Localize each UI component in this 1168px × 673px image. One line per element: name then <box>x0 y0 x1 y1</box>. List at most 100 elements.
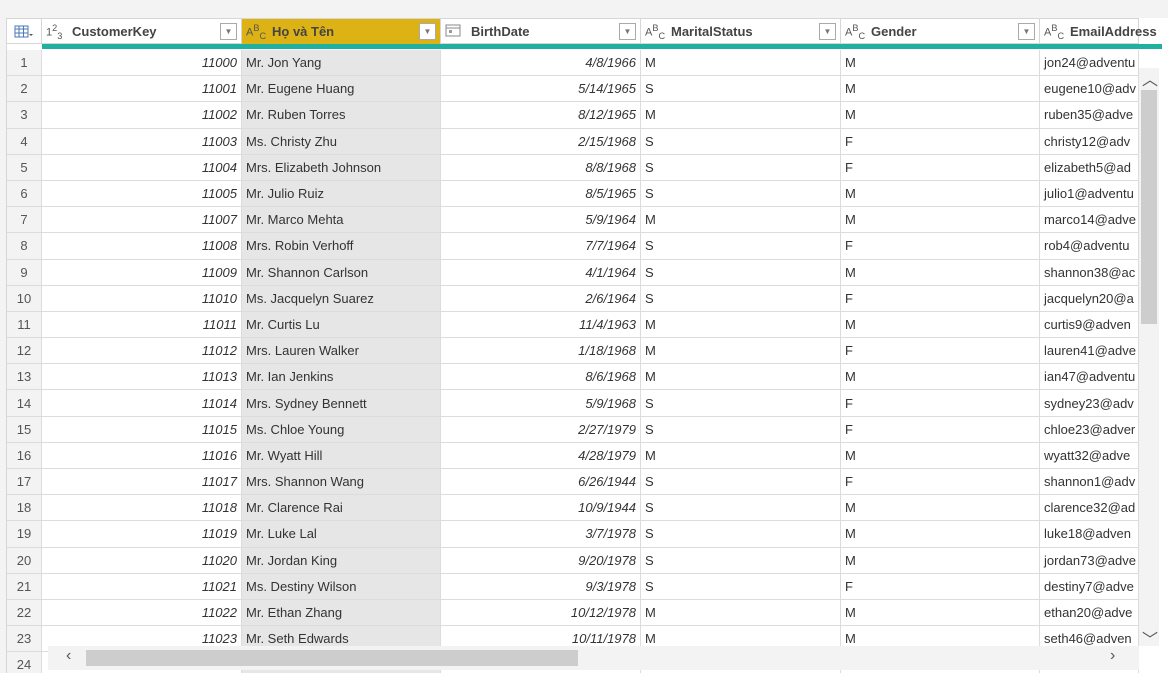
date-type-icon[interactable] <box>445 24 463 40</box>
birthdate-cell: 7/7/1964 <box>441 233 641 259</box>
table-row[interactable]: 11 11011 Mr. Curtis Lu 11/4/1963 M Mcurtis9@a… <box>7 311 1139 339</box>
gender-cell: M <box>841 76 1040 102</box>
table-row[interactable]: 2 11001 Mr. Eugene Huang 5/14/1965 S Meugene1… <box>7 76 1139 103</box>
birthdate-cell: 1/18/1968 <box>441 338 641 364</box>
whole-number-type-icon[interactable]: 123 <box>46 23 64 41</box>
table-row[interactable]: 19 11019 Mr. Luke Lal 3/7/1978 S Mluke18@adve… <box>7 521 1139 548</box>
name-cell: Mrs. Robin Verhoff <box>242 233 441 259</box>
column-header-emailaddress[interactable]: ABC EmailAddress <box>1040 19 1157 44</box>
table-row[interactable]: 21 11021 Ms. Destiny Wilson 9/3/1978 S Fdesti… <box>7 573 1139 600</box>
email-cell: shannon1@adv <box>1040 469 1139 495</box>
scroll-up-icon[interactable]: ︿ <box>1142 66 1158 90</box>
marital-status-cell: M <box>641 442 841 468</box>
column-header-maritalstatus[interactable]: ABC MaritalStatus ▼ <box>641 19 841 44</box>
gender-cell: M <box>841 442 1040 468</box>
table-row[interactable]: 5 11004 Mrs. Elizabeth Johnson 8/8/1968 S Fel… <box>7 154 1139 181</box>
gender-cell: M <box>841 207 1040 233</box>
row-number[interactable]: 24 <box>7 652 42 673</box>
filter-dropdown-icon[interactable]: ▼ <box>619 23 636 40</box>
name-cell: Mr. Ethan Zhang <box>242 599 441 626</box>
column-header-họ-và-tên[interactable]: ABC Họ và Tên ▼ <box>242 19 441 44</box>
row-number[interactable]: 17 <box>7 469 42 495</box>
column-header-birthdate[interactable]: BirthDate ▼ <box>441 19 641 44</box>
filter-dropdown-icon[interactable]: ▼ <box>1018 23 1035 40</box>
birthdate-cell: 4/1/1964 <box>441 259 641 285</box>
table-row[interactable]: 13 11013 Mr. Ian Jenkins 8/6/1968 M Mian47@ad… <box>7 364 1139 391</box>
email-cell: jordan73@adve <box>1040 547 1139 573</box>
row-number[interactable]: 14 <box>7 390 42 416</box>
scroll-down-icon[interactable]: ﹀ <box>1142 626 1158 650</box>
column-name: EmailAddress <box>1070 24 1157 39</box>
table-row[interactable]: 20 11020 Mr. Jordan King 9/20/1978 S Mjordan7… <box>7 547 1139 574</box>
table-row[interactable]: 15 11015 Ms. Chloe Young 2/27/1979 S Fchloe23… <box>7 416 1139 443</box>
row-number[interactable]: 15 <box>7 416 42 442</box>
table-row[interactable]: 17 11017 Mrs. Shannon Wang 6/26/1944 S Fshann… <box>7 469 1139 496</box>
row-number[interactable]: 5 <box>7 154 42 180</box>
vertical-scroll-thumb[interactable] <box>1141 90 1157 324</box>
table-row[interactable]: 1 11000 Mr. Jon Yang 4/8/1966 M Mjon24@advent… <box>7 50 1139 77</box>
birthdate-cell: 10/9/1944 <box>441 495 641 521</box>
row-number[interactable]: 23 <box>7 626 42 652</box>
table-row[interactable]: 22 11022 Mr. Ethan Zhang 10/12/1978 M Methan2… <box>7 599 1139 627</box>
table-row[interactable]: 7 11007 Mr. Marco Mehta 5/9/1964 M Mmarco14@a… <box>7 207 1139 234</box>
column-header-gender[interactable]: ABC Gender ▼ <box>841 19 1040 44</box>
filter-dropdown-icon[interactable]: ▼ <box>220 23 237 40</box>
row-number[interactable]: 22 <box>7 599 42 626</box>
customer-key-cell: 11019 <box>42 521 242 547</box>
scroll-right-icon[interactable]: › <box>1110 647 1115 665</box>
scroll-left-icon[interactable]: ‹ <box>66 647 71 665</box>
text-type-icon[interactable]: ABC <box>246 23 266 41</box>
customer-key-cell: 11022 <box>42 599 242 626</box>
row-number[interactable]: 8 <box>7 233 42 259</box>
birthdate-cell: 5/14/1965 <box>441 76 641 102</box>
table-row[interactable]: 10 11010 Ms. Jacquelyn Suarez 2/6/1964 S Fjac… <box>7 285 1139 312</box>
row-number[interactable]: 19 <box>7 521 42 547</box>
vertical-scrollbar[interactable]: ︿ ﹀ <box>1139 66 1159 649</box>
filter-dropdown-icon[interactable]: ▼ <box>819 23 836 40</box>
table-row[interactable]: 12 11012 Mrs. Lauren Walker 1/18/1968 M Flaur… <box>7 338 1139 365</box>
text-type-icon[interactable]: ABC <box>645 23 665 41</box>
row-number[interactable]: 18 <box>7 495 42 521</box>
horizontal-scroll-thumb[interactable] <box>86 650 578 666</box>
row-number[interactable]: 3 <box>7 102 42 128</box>
marital-status-cell: S <box>641 259 841 285</box>
table-row[interactable]: 8 11008 Mrs. Robin Verhoff 7/7/1964 S Frob4@a… <box>7 233 1139 260</box>
name-cell: Mr. Ruben Torres <box>242 102 441 128</box>
customer-key-cell: 11012 <box>42 338 242 364</box>
row-number[interactable]: 1 <box>7 50 42 76</box>
table-row[interactable]: 14 11014 Mrs. Sydney Bennett 5/9/1968 S Fsydn… <box>7 390 1139 417</box>
row-number[interactable]: 2 <box>7 76 42 102</box>
row-number[interactable]: 9 <box>7 259 42 285</box>
name-cell: Mr. Jordan King <box>242 547 441 573</box>
customer-key-cell: 11011 <box>42 311 242 338</box>
row-number[interactable]: 21 <box>7 573 42 599</box>
name-cell: Ms. Chloe Young <box>242 416 441 442</box>
row-number[interactable]: 20 <box>7 547 42 573</box>
table-row[interactable]: 9 11009 Mr. Shannon Carlson 4/1/1964 S Mshann… <box>7 259 1139 286</box>
table-row[interactable]: 4 11003 Ms. Christy Zhu 2/15/1968 S Fchristy1… <box>7 128 1139 155</box>
table-menu-icon[interactable] <box>7 19 42 44</box>
row-number[interactable]: 10 <box>7 285 42 311</box>
text-type-icon[interactable]: ABC <box>1044 23 1064 41</box>
email-cell: jacquelyn20@a <box>1040 285 1139 311</box>
row-number[interactable]: 16 <box>7 442 42 468</box>
email-cell: marco14@adve <box>1040 207 1139 233</box>
customer-key-cell: 11018 <box>42 495 242 521</box>
name-cell: Mr. Eugene Huang <box>242 76 441 102</box>
row-number[interactable]: 13 <box>7 364 42 390</box>
table-row[interactable]: 16 11016 Mr. Wyatt Hill 4/28/1979 M Mwyatt32@… <box>7 442 1139 469</box>
row-number[interactable]: 7 <box>7 207 42 233</box>
row-number[interactable]: 11 <box>7 311 42 338</box>
table-row[interactable]: 18 11018 Mr. Clarence Rai 10/9/1944 S Mclaren… <box>7 495 1139 522</box>
table-row[interactable]: 6 11005 Mr. Julio Ruiz 8/5/1965 S Mjulio1@adv… <box>7 180 1139 208</box>
row-number[interactable]: 6 <box>7 180 42 207</box>
horizontal-scrollbar[interactable]: ‹ › <box>48 646 1139 670</box>
name-cell: Mr. Luke Lal <box>242 521 441 547</box>
row-number[interactable]: 12 <box>7 338 42 364</box>
column-name: Gender <box>871 24 917 39</box>
row-number[interactable]: 4 <box>7 128 42 154</box>
table-row[interactable]: 3 11002 Mr. Ruben Torres 8/12/1965 M Mruben35… <box>7 102 1139 129</box>
text-type-icon[interactable]: ABC <box>845 23 865 41</box>
column-header-customerkey[interactable]: 123 CustomerKey ▼ <box>42 19 242 44</box>
filter-dropdown-icon[interactable]: ▼ <box>419 23 436 40</box>
